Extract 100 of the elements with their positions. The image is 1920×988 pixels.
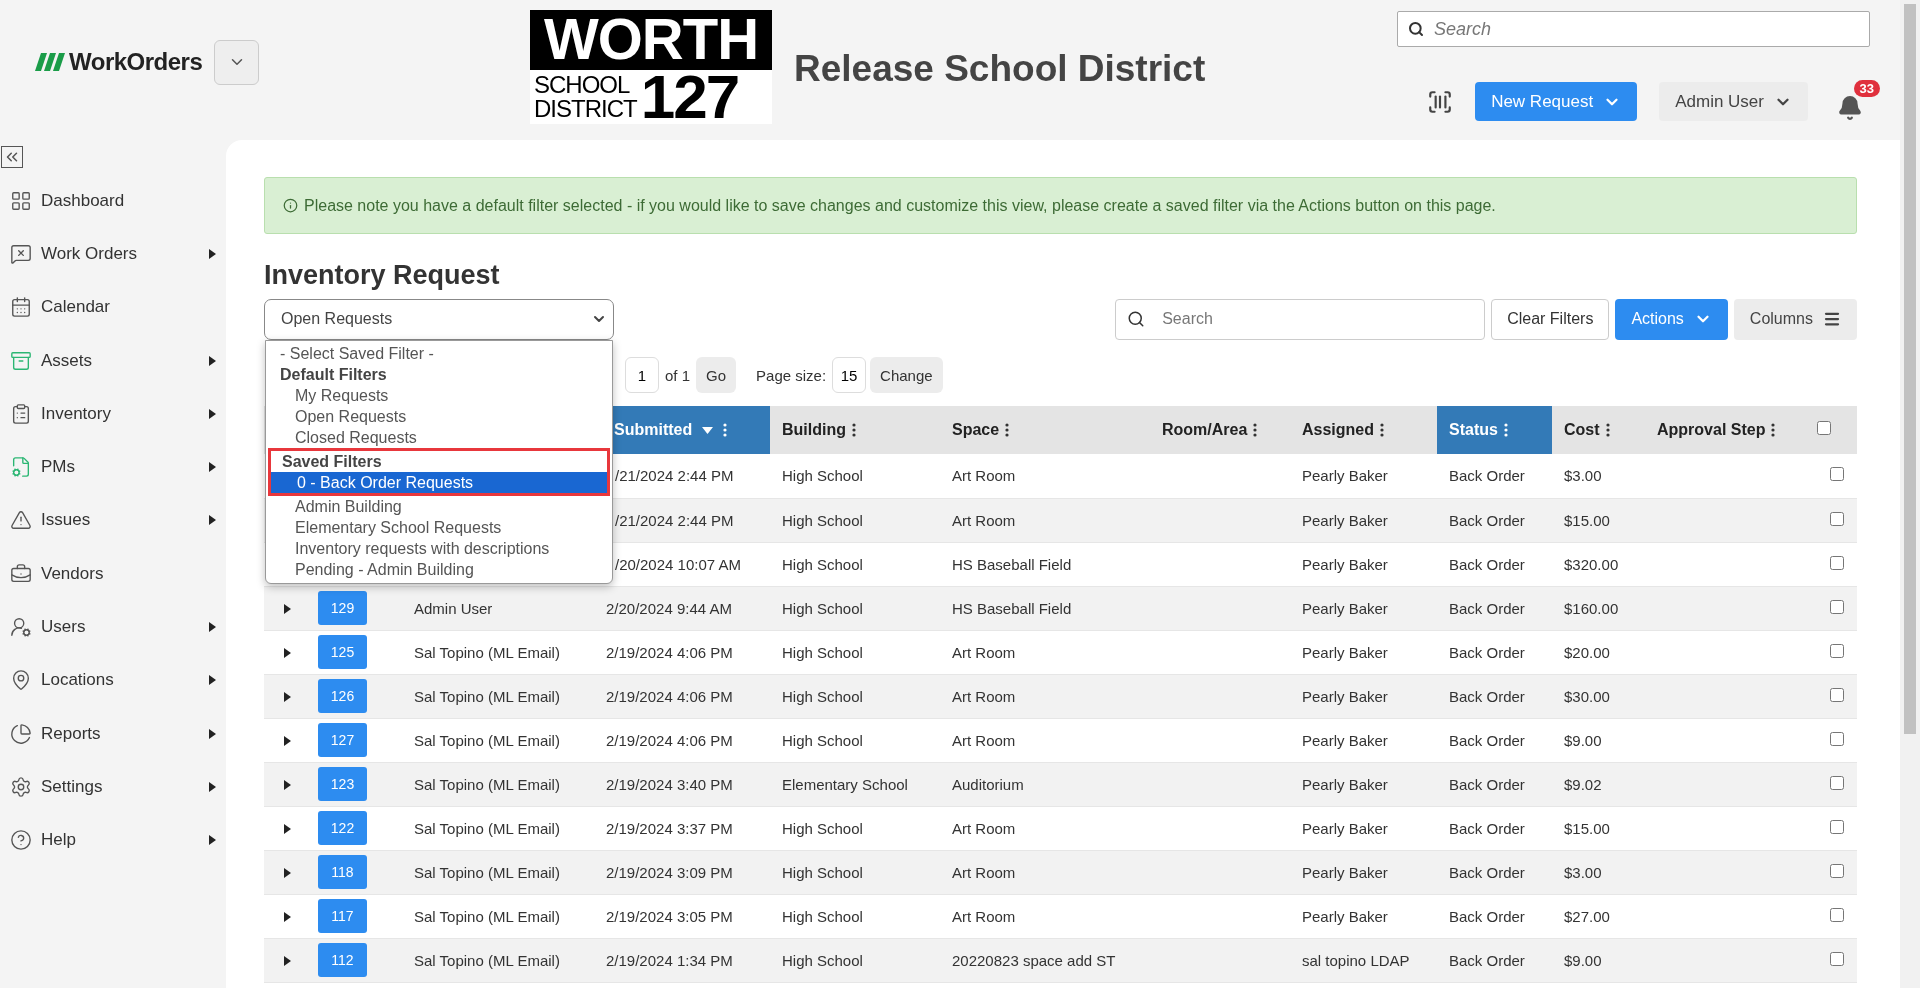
expand-row-icon[interactable] bbox=[284, 779, 291, 790]
table-cell: /20/2024 10:07 AM bbox=[615, 555, 741, 573]
sidebar-item[interactable]: Vendors bbox=[0, 547, 226, 601]
sidebar-item[interactable]: Issues bbox=[0, 493, 226, 548]
column-menu-icon[interactable] bbox=[1605, 423, 1610, 437]
barcode-scan-icon[interactable] bbox=[1427, 88, 1454, 115]
dropdown-option[interactable]: My Requests bbox=[266, 384, 612, 406]
column-menu-icon[interactable] bbox=[1005, 423, 1010, 437]
row-checkbox[interactable] bbox=[1830, 907, 1844, 922]
search-field[interactable]: Search bbox=[1115, 298, 1486, 340]
column-header[interactable]: Space bbox=[940, 406, 1150, 454]
clear-filters-button[interactable]: Clear Filters bbox=[1491, 298, 1610, 340]
dropdown-option[interactable]: 0 - Back Order Requests bbox=[271, 471, 607, 493]
option-group-label: Saved Filters bbox=[281, 451, 383, 472]
row-checkbox[interactable] bbox=[1830, 599, 1844, 614]
column-menu-icon[interactable] bbox=[852, 423, 856, 437]
table-cell: $3.00 bbox=[1564, 863, 1602, 881]
user-menu-button[interactable]: Admin User bbox=[1659, 82, 1808, 121]
table-cell: Pearly Baker bbox=[1302, 819, 1388, 837]
page-size-field[interactable]: 15 bbox=[832, 357, 867, 393]
sidebar-item[interactable]: Dashboard bbox=[0, 174, 226, 228]
table-cell: High School bbox=[782, 819, 863, 837]
table-cell: Sal Topino (ML Email) bbox=[414, 643, 560, 661]
sidebar-item[interactable]: Inventory bbox=[0, 387, 226, 441]
table-cell: Pearly Baker bbox=[1302, 643, 1388, 661]
table-cell: Art Room bbox=[952, 511, 1016, 529]
search-field[interactable]: Search bbox=[1397, 11, 1870, 47]
sidebar-item[interactable]: Calendar bbox=[0, 280, 226, 334]
row-checkbox[interactable] bbox=[1830, 819, 1844, 834]
table-cell: Art Room bbox=[952, 819, 1016, 837]
expand-row-icon[interactable] bbox=[284, 603, 291, 614]
page-number-field[interactable]: 1 bbox=[625, 357, 659, 393]
columns-button[interactable]: Columns bbox=[1733, 298, 1857, 340]
dropdown-option[interactable]: Admin Building bbox=[266, 495, 612, 517]
notice-text: Please note you have a default filter selected - if you would like to save changes and customize this view, please create a saved filter via the Actions button on this page. bbox=[304, 196, 1496, 215]
table-cell: /21/2024 2:44 PM bbox=[615, 511, 734, 529]
row-checkbox[interactable] bbox=[1830, 467, 1844, 482]
table-cell: Back Order bbox=[1449, 599, 1525, 617]
table-cell: 2/19/2024 1:34 PM bbox=[606, 951, 733, 969]
row-checkbox[interactable] bbox=[1830, 687, 1844, 702]
column-header[interactable]: Building bbox=[770, 406, 940, 454]
sidebar-item[interactable]: Work Orders bbox=[0, 227, 226, 281]
expand-row-icon[interactable] bbox=[284, 955, 291, 966]
row-checkbox[interactable] bbox=[1830, 775, 1844, 790]
table-cell: Pearly Baker bbox=[1302, 687, 1388, 705]
location-pin-icon bbox=[10, 669, 32, 692]
table-cell: Sal Topino (ML Email) bbox=[414, 775, 560, 793]
column-menu-icon[interactable] bbox=[1771, 423, 1776, 437]
table-cell: Pearly Baker bbox=[1302, 907, 1388, 925]
row-checkbox[interactable] bbox=[1830, 731, 1844, 746]
table-cell: HS Baseball Field bbox=[952, 599, 1072, 617]
row-checkbox[interactable] bbox=[1830, 951, 1844, 966]
sidebar-item[interactable]: Locations bbox=[0, 653, 226, 707]
notification-bell-icon[interactable] bbox=[1837, 95, 1863, 121]
table-cell: Back Order bbox=[1449, 687, 1525, 705]
column-header[interactable]: Approval Step bbox=[1645, 406, 1800, 454]
row-checkbox[interactable] bbox=[1830, 643, 1844, 658]
chat-tool-icon bbox=[10, 242, 32, 265]
table-cell: Pearly Baker bbox=[1302, 467, 1388, 485]
table-cell: Pearly Baker bbox=[1302, 555, 1388, 573]
collapse-sidebar-button[interactable] bbox=[1, 146, 23, 168]
column-menu-icon[interactable] bbox=[1380, 423, 1384, 437]
sidebar-item[interactable]: Users bbox=[0, 600, 226, 654]
table-cell: High School bbox=[782, 687, 863, 705]
sidebar-item[interactable]: PMs bbox=[0, 440, 226, 494]
sidebar-item[interactable]: Assets bbox=[0, 333, 226, 388]
expand-row-icon[interactable] bbox=[284, 911, 291, 922]
expand-row-icon[interactable] bbox=[284, 735, 291, 746]
table-cell: /21/2024 2:44 PM bbox=[615, 467, 734, 485]
row-checkbox[interactable] bbox=[1830, 511, 1844, 526]
table-cell: 2/19/2024 3:05 PM bbox=[606, 907, 733, 925]
table-cell: Pearly Baker bbox=[1302, 863, 1388, 881]
row-checkbox[interactable] bbox=[1830, 863, 1844, 878]
column-menu-icon[interactable] bbox=[723, 423, 728, 437]
table-cell: High School bbox=[782, 511, 863, 529]
column-header[interactable]: Cost bbox=[1552, 406, 1645, 454]
brand-name: WorkOrders bbox=[69, 48, 203, 76]
dropdown-option[interactable]: Elementary School Requests bbox=[266, 516, 612, 538]
sidebar-item[interactable]: Settings bbox=[0, 760, 226, 814]
pie-chart-icon bbox=[10, 722, 32, 745]
expand-row-icon[interactable] bbox=[284, 823, 291, 834]
table-cell: Pearly Baker bbox=[1302, 599, 1388, 617]
column-menu-icon[interactable] bbox=[1503, 423, 1508, 437]
go-button[interactable]: Go bbox=[696, 357, 737, 393]
change-button[interactable]: Change bbox=[870, 357, 943, 393]
column-header[interactable]: Status bbox=[1437, 406, 1552, 454]
dropdown-option[interactable]: - Select Saved Filter - bbox=[266, 342, 612, 364]
column-header[interactable]: Room/Area bbox=[1150, 406, 1290, 454]
column-header[interactable]: Assigned bbox=[1290, 406, 1437, 454]
dropdown-option[interactable]: Inventory requests with descriptions bbox=[266, 537, 612, 559]
row-checkbox[interactable] bbox=[1830, 555, 1844, 570]
select-all-checkbox[interactable] bbox=[1817, 421, 1831, 435]
expand-row-icon[interactable] bbox=[284, 647, 291, 658]
sidebar-item[interactable]: Help bbox=[0, 813, 226, 867]
dropdown-option[interactable]: Pending - Admin Building bbox=[266, 558, 612, 580]
expand-row-icon[interactable] bbox=[284, 867, 291, 878]
saved-filter-select[interactable]: Open Requests bbox=[264, 298, 614, 340]
column-menu-icon[interactable] bbox=[1253, 423, 1258, 437]
expand-row-icon[interactable] bbox=[284, 691, 291, 702]
sidebar-item[interactable]: Reports bbox=[0, 706, 226, 761]
